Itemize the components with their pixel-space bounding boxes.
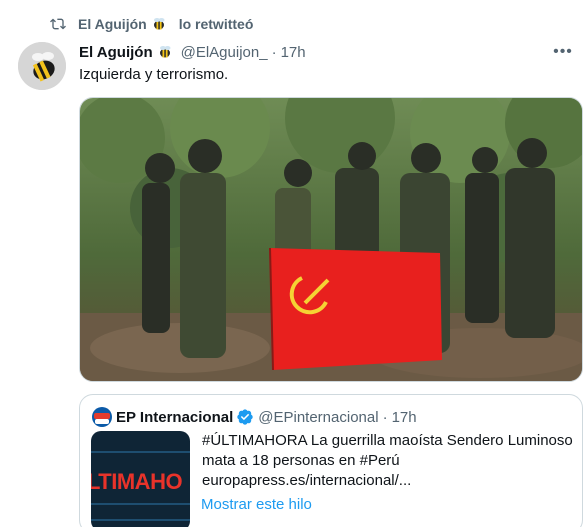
show-thread-link[interactable]: Mostrar este hilo [201,496,312,513]
quote-author-name: EP Internacional [116,408,234,426]
tweet-text: Izquierda y terrorismo. [79,66,229,83]
retweet-context: El Aguijón lo retwitteó [50,12,253,36]
quote-timestamp: 17h [391,408,417,426]
verified-badge-icon [237,409,253,425]
author-avatar[interactable] [18,42,66,90]
tweet-photo[interactable] [79,97,583,382]
retweet-suffix: lo retwitteó [178,16,254,32]
separator-dot: · [382,408,388,426]
quote-author-handle: @EPinternacional [258,408,379,426]
author-name[interactable]: El Aguijón [79,44,153,61]
bee-emoji-icon [153,18,165,30]
quote-author-avatar [92,407,112,427]
tweet-timestamp[interactable]: 17h [281,44,306,61]
retweet-icon [50,18,66,30]
thumbnail-text: LTIMAHO [91,469,183,494]
quoted-tweet[interactable]: EP Internacional @EPinternacional · 17h … [79,394,583,527]
tweet-header: El Aguijón @ElAguijon_ · 17h [79,42,306,62]
more-options-icon[interactable]: ••• [553,42,573,62]
retweeter-name[interactable]: El Aguijón [78,16,147,32]
quote-text: #ÚLTIMAHORA La guerrilla maoísta Sendero… [202,432,573,489]
quote-thumbnail: LTIMAHO [91,431,190,527]
quote-header: EP Internacional @EPinternacional · 17h [92,407,417,427]
separator-dot: · [271,43,277,61]
author-handle[interactable]: @ElAguijon_ [181,44,268,61]
bee-avatar-icon [18,42,66,90]
photo-icon [80,98,582,381]
bee-emoji-icon [159,46,171,58]
